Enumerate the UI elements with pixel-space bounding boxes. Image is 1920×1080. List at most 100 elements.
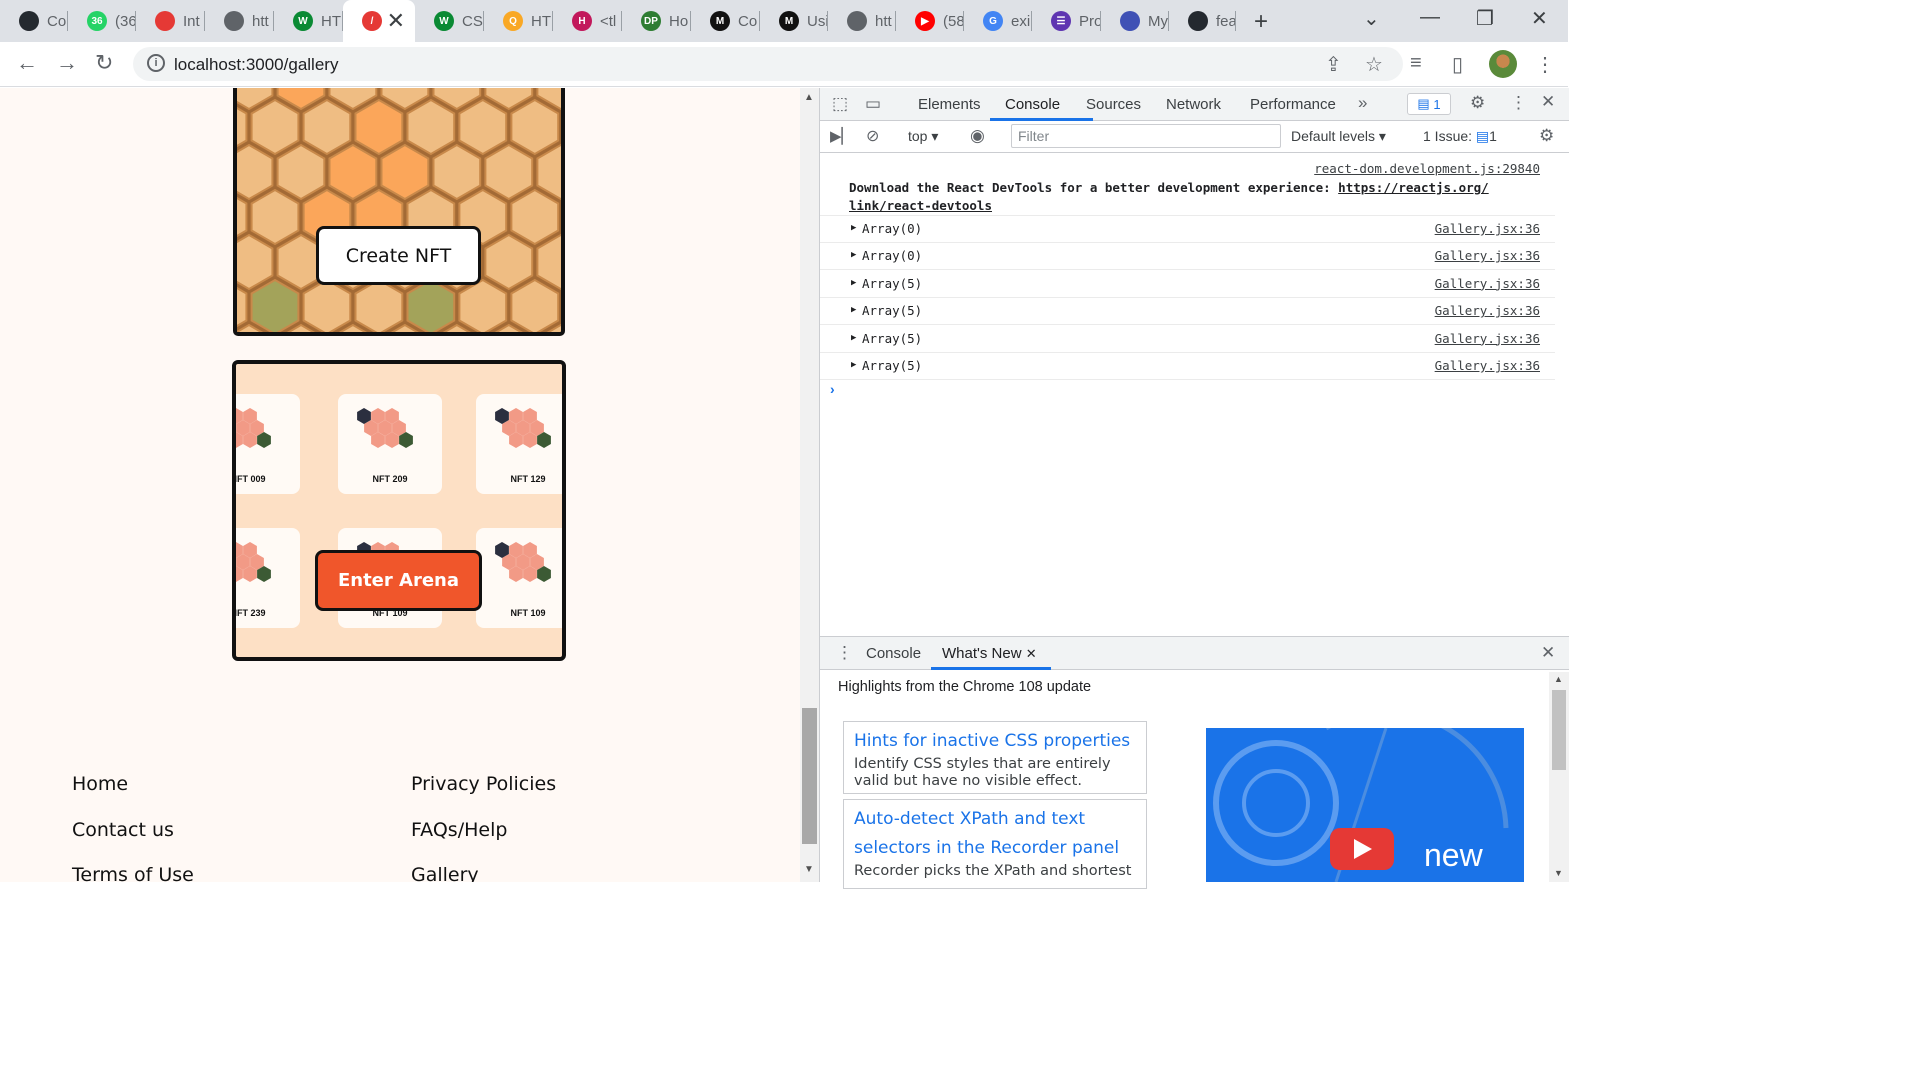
browser-tab[interactable]: 36 (36 [68, 0, 136, 42]
sidebar-toggle-icon[interactable]: ▶▏ [830, 127, 853, 145]
console-settings-gear-icon[interactable]: ⚙ [1539, 126, 1554, 146]
browser-tab[interactable]: ▶ (58 [896, 0, 964, 42]
close-window-icon[interactable]: ✕ [1531, 6, 1548, 31]
browser-tab[interactable]: H <tl [553, 0, 622, 42]
close-devtools-icon[interactable]: ✕ [1541, 92, 1555, 112]
footer-link-privacy[interactable]: Privacy Policies [411, 773, 556, 795]
tab-console[interactable]: Console [1005, 96, 1060, 113]
scrollbar-thumb[interactable] [802, 708, 817, 844]
console-log-row[interactable]: ▶ Array(5) Gallery.jsx:36 [820, 326, 1555, 353]
message-source-link[interactable]: react-dom.development.js:29840 [1314, 161, 1540, 176]
whats-new-card-inactive-css[interactable]: Hints for inactive CSS properties Identi… [843, 721, 1147, 794]
new-tab-plus-icon[interactable]: + [1254, 8, 1268, 36]
console-log-row[interactable]: ▶ Array(5) Gallery.jsx:36 [820, 298, 1555, 326]
nft-tile[interactable]: NFT 209 [338, 394, 442, 494]
tab-sources[interactable]: Sources [1086, 96, 1141, 113]
browser-tab[interactable]: htt [828, 0, 896, 42]
restore-window-icon[interactable]: ❐ [1476, 6, 1494, 31]
forward-icon[interactable]: → [56, 50, 78, 76]
message-source-link[interactable]: Gallery.jsx:36 [1435, 331, 1540, 346]
inspect-element-icon[interactable]: ⬚ [832, 94, 848, 114]
console-prompt-icon[interactable]: › [830, 381, 835, 397]
array-preview[interactable]: Array(5) [862, 303, 922, 318]
expand-triangle-icon[interactable]: ▶ [851, 333, 856, 343]
whats-new-card-xpath[interactable]: Auto-detect XPath and text selectors in … [843, 799, 1147, 889]
react-devtools-link[interactable]: https://reactjs.org/ [1338, 180, 1489, 195]
issues-link[interactable]: 1 Issue: ▤1 [1423, 128, 1497, 145]
browser-tab[interactable]: W HT [274, 0, 343, 42]
browser-tab[interactable]: W CS [415, 0, 484, 42]
message-source-link[interactable]: Gallery.jsx:36 [1435, 358, 1540, 373]
browser-tab[interactable]: fea [1169, 0, 1236, 42]
device-toolbar-icon[interactable]: ▭ [865, 94, 881, 114]
footer-link-contact[interactable]: Contact us [72, 819, 174, 841]
page-scrollbar[interactable]: ▲ ▼ [800, 88, 819, 882]
browser-tab[interactable]: Co [0, 0, 68, 42]
array-preview[interactable]: Array(5) [862, 331, 922, 346]
expand-triangle-icon[interactable]: ▶ [851, 360, 856, 370]
tab-performance[interactable]: Performance [1250, 96, 1336, 113]
react-devtools-link-cont[interactable]: link/react-devtools [849, 198, 992, 213]
tab-elements[interactable]: Elements [918, 96, 981, 113]
side-panel-icon[interactable]: ▯ [1452, 52, 1463, 77]
settings-gear-icon[interactable]: ⚙ [1470, 93, 1485, 113]
drawer-menu-icon[interactable]: ⋮ [836, 643, 853, 663]
minimize-icon[interactable]: — [1420, 6, 1440, 29]
nft-tile[interactable]: NFT 129 [476, 394, 562, 494]
browser-tab[interactable]: Q HT [484, 0, 553, 42]
browser-tab[interactable]: htt [205, 0, 274, 42]
array-preview[interactable]: Array(0) [862, 221, 922, 236]
expand-triangle-icon[interactable]: ▶ [851, 305, 856, 315]
array-preview[interactable]: Array(0) [862, 248, 922, 263]
card-title[interactable]: Auto-detect XPath and text selectors in … [854, 805, 1136, 863]
console-log-row[interactable]: ▶ Array(0) Gallery.jsx:36 [820, 216, 1555, 243]
message-source-link[interactable]: Gallery.jsx:36 [1435, 221, 1540, 236]
array-preview[interactable]: Array(5) [862, 276, 922, 291]
close-tab-icon[interactable]: ✕ [1026, 646, 1037, 661]
drawer-scrollbar-thumb[interactable] [1552, 690, 1566, 770]
footer-link-terms[interactable]: Terms of Use [72, 864, 194, 882]
tab-search-chevron-icon[interactable]: ⌄ [1363, 6, 1380, 31]
browser-tab[interactable]: Gexi [964, 0, 1032, 42]
devtools-menu-icon[interactable]: ⋮ [1510, 93, 1527, 113]
media-control-icon[interactable]: ≡ [1410, 52, 1422, 75]
create-nft-button[interactable]: Create NFT [316, 226, 481, 285]
drawer-scrollbar[interactable]: ▲ ▼ [1549, 672, 1569, 882]
console-filter-input[interactable]: Filter [1011, 124, 1281, 148]
scroll-down-arrow-icon[interactable]: ▼ [804, 864, 814, 875]
nft-tile[interactable]: NFT 239 [236, 528, 300, 628]
card-title[interactable]: Hints for inactive CSS properties [854, 727, 1136, 756]
clear-console-icon[interactable]: ⊘ [866, 126, 879, 146]
array-preview[interactable]: Array(5) [862, 358, 922, 373]
nft-tile[interactable]: NFT 109 [476, 528, 562, 628]
live-expression-eye-icon[interactable]: ◉ [970, 126, 985, 146]
message-source-link[interactable]: Gallery.jsx:36 [1435, 248, 1540, 263]
drawer-scroll-up-icon[interactable]: ▲ [1554, 674, 1563, 684]
browser-tab[interactable]: Int [136, 0, 205, 42]
message-source-link[interactable]: Gallery.jsx:36 [1435, 303, 1540, 318]
footer-link-faqs[interactable]: FAQs/Help [411, 819, 507, 841]
issues-counter-button[interactable]: ▤ 1 [1407, 93, 1451, 115]
log-levels-dropdown[interactable]: Default levels ▾ [1291, 128, 1386, 145]
browser-tab[interactable]: M Co [691, 0, 760, 42]
share-icon[interactable]: ⇪ [1325, 52, 1342, 77]
site-info-icon[interactable]: i [147, 54, 165, 72]
browser-tab[interactable]: / ✕ [343, 0, 415, 42]
whats-new-video-thumbnail[interactable]: new [1206, 728, 1524, 882]
expand-triangle-icon[interactable]: ▶ [851, 223, 856, 233]
close-tab-icon[interactable]: ✕ [387, 8, 405, 34]
more-tabs-chevron-icon[interactable]: » [1358, 93, 1367, 113]
drawer-tab-console[interactable]: Console [866, 645, 921, 662]
close-drawer-icon[interactable]: ✕ [1541, 643, 1555, 663]
enter-arena-button[interactable]: Enter Arena [315, 550, 482, 611]
message-source-link[interactable]: Gallery.jsx:36 [1435, 276, 1540, 291]
expand-triangle-icon[interactable]: ▶ [851, 278, 856, 288]
browser-tab[interactable]: DP Ho [622, 0, 691, 42]
address-bar[interactable]: i localhost:3000/gallery [133, 47, 1403, 81]
profile-avatar[interactable] [1489, 50, 1517, 78]
expand-triangle-icon[interactable]: ▶ [851, 250, 856, 260]
footer-link-home[interactable]: Home [72, 773, 128, 795]
reload-icon[interactable]: ↻ [95, 50, 113, 76]
bookmark-star-icon[interactable]: ☆ [1365, 52, 1383, 77]
context-selector[interactable]: top ▾ [908, 128, 938, 145]
